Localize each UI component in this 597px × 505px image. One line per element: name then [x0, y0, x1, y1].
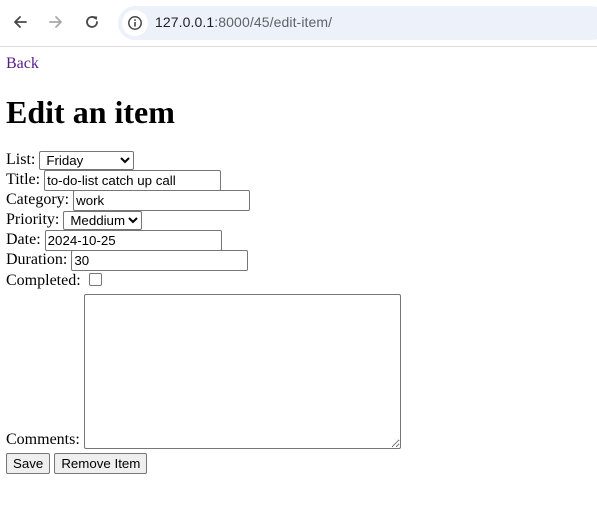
- list-label: List:: [6, 151, 36, 168]
- remove-item-button[interactable]: Remove Item: [54, 453, 148, 474]
- save-button[interactable]: Save: [6, 453, 51, 474]
- completed-label: Completed:: [6, 272, 81, 289]
- url-path: :8000/45/edit-item/: [214, 14, 333, 30]
- priority-row: Priority: Meddium: [6, 210, 591, 230]
- comments-label: Comments:: [6, 431, 80, 448]
- url-host: 127.0.0.1: [155, 14, 215, 30]
- url-text: 127.0.0.1:8000/45/edit-item/: [155, 14, 332, 30]
- browser-toolbar: 127.0.0.1:8000/45/edit-item/: [0, 0, 597, 47]
- form-buttons: Save Remove Item: [6, 453, 591, 474]
- list-row: List: Friday: [6, 150, 591, 170]
- comments-textarea[interactable]: [83, 294, 401, 449]
- duration-row: Duration:: [6, 249, 591, 271]
- page-title: Edit an item: [6, 94, 175, 130]
- duration-field[interactable]: [71, 249, 249, 271]
- forward-arrow-icon[interactable]: [41, 7, 71, 37]
- list-select[interactable]: Friday: [39, 150, 135, 170]
- back-link[interactable]: Back: [6, 54, 39, 74]
- back-arrow-icon[interactable]: [5, 7, 35, 37]
- site-info-icon[interactable]: [122, 10, 148, 36]
- category-label: Category:: [6, 191, 70, 208]
- reload-icon[interactable]: [77, 7, 107, 37]
- page-content: Back Edit an item List: Friday Title: Ca…: [6, 54, 591, 474]
- date-field[interactable]: [44, 229, 222, 251]
- date-row: Date:: [6, 229, 591, 251]
- date-label: Date:: [6, 231, 41, 248]
- priority-label: Priority:: [6, 211, 60, 228]
- comments-row: Comments:: [6, 294, 591, 449]
- completed-checkbox[interactable]: [88, 272, 102, 286]
- category-row: Category:: [6, 189, 591, 211]
- title-row: Title:: [6, 169, 591, 191]
- duration-label: Duration:: [6, 251, 68, 268]
- title-field[interactable]: [44, 169, 222, 191]
- completed-row: Completed:: [6, 270, 591, 292]
- title-label: Title:: [6, 171, 41, 188]
- category-field[interactable]: [73, 189, 251, 211]
- edit-item-form: List: Friday Title: Category: Priority: …: [6, 150, 591, 474]
- address-bar[interactable]: 127.0.0.1:8000/45/edit-item/: [118, 6, 597, 40]
- priority-select[interactable]: Meddium: [63, 210, 143, 230]
